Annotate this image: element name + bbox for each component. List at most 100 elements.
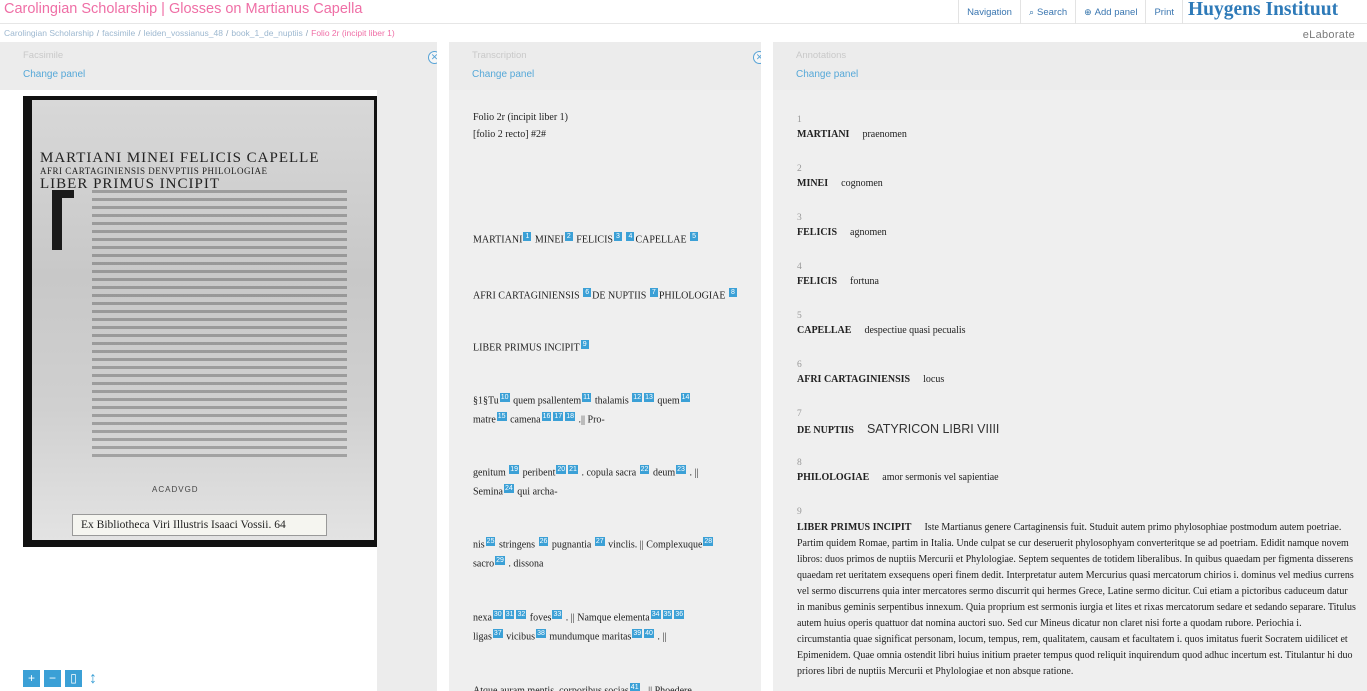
annotation-marker[interactable]: 26 — [538, 537, 549, 546]
annotation-marker[interactable]: 5 — [690, 232, 699, 241]
annotation-marker[interactable]: 30 — [492, 610, 503, 619]
change-panel-link[interactable]: Change panel — [23, 69, 85, 80]
annotation-text: agnomen — [850, 227, 887, 238]
transcription-line: MARTIANI 1 MINEI 2 FELICIS 3 4 CAPELLAE 5 — [473, 232, 699, 245]
annotation-marker[interactable]: 38 — [536, 629, 546, 638]
close-icon[interactable]: ✕ — [753, 51, 761, 64]
annotation-term: MINEI — [797, 178, 829, 189]
annotation-marker[interactable]: 31 — [504, 610, 515, 619]
annotation-item[interactable]: 9 LIBER PRIMUS INCIPIT Iste Martianus gene… — [797, 506, 1357, 680]
transcription-word: vicibus — [503, 631, 536, 643]
annotation-marker[interactable]: 8 — [729, 288, 737, 297]
annotation-marker[interactable]: 23 — [676, 465, 686, 474]
navigation-button[interactable]: Navigation — [958, 0, 1020, 24]
annotation-marker[interactable]: 7 — [649, 288, 658, 297]
annotation-item[interactable]: 7 DE NUPTIIS SATYRICON LIBRI VIIII — [797, 408, 1357, 438]
annotation-marker[interactable]: 28 — [703, 537, 714, 546]
annotation-marker[interactable]: 39 — [632, 629, 643, 638]
annotation-marker[interactable]: 3 — [613, 232, 622, 241]
annotation-marker[interactable]: 11 — [582, 393, 592, 402]
transcription-line: sacro 29 . dissona — [473, 556, 543, 569]
transcription-word: . || Phoedere — [640, 685, 692, 691]
annotation-marker[interactable]: 33 — [552, 610, 563, 619]
transcription-word: camena — [507, 414, 541, 426]
transcription-word: .|| Pro- — [576, 414, 605, 426]
annotation-marker[interactable]: 10 — [499, 393, 510, 402]
annotation-marker[interactable]: 21 — [568, 465, 578, 474]
manuscript-initial — [52, 190, 74, 250]
annotation-marker[interactable]: 1 — [523, 232, 532, 241]
brand-logo[interactable]: Huygens Instituut — [1188, 0, 1338, 21]
annotation-item[interactable]: 6 AFRI CARTAGINIENSIS locus — [797, 359, 1357, 387]
annotation-body: DE NUPTIIS SATYRICON LIBRI VIIII — [797, 422, 1357, 438]
annotation-marker[interactable]: 37 — [492, 629, 503, 638]
annotation-marker[interactable]: 24 — [504, 484, 514, 493]
annotation-marker[interactable]: 14 — [680, 393, 691, 402]
annotation-marker[interactable]: 34 — [650, 610, 661, 619]
transcription-word: ligas — [473, 631, 492, 643]
annotation-marker[interactable]: 13 — [644, 393, 654, 402]
annotation-marker[interactable]: 17 — [553, 412, 564, 421]
full-page-icon[interactable]: ▯ — [65, 670, 82, 687]
transcription-line: Semina 24 qui archa- — [473, 484, 558, 497]
change-panel-link[interactable]: Change panel — [796, 69, 858, 80]
zoom-out-icon[interactable]: − — [44, 670, 61, 687]
annotation-marker[interactable]: 29 — [495, 556, 505, 565]
close-icon[interactable]: ✕ — [428, 51, 437, 64]
annotation-marker[interactable]: 27 — [594, 537, 605, 546]
manuscript-heading: MARTIANI MINEI FELICIS CAPELLE AFRI CART… — [40, 151, 320, 192]
annotation-number: 8 — [797, 458, 802, 468]
transcription-word: quem psallentem — [510, 395, 582, 407]
annotation-marker[interactable]: 19 — [509, 465, 520, 474]
breadcrumb-separator: / — [96, 28, 100, 38]
manuscript-image[interactable]: MARTIANI MINEI FELICIS CAPELLE AFRI CART… — [23, 96, 377, 547]
nav-buttons: Navigation ⌕ Search ⊕ Add panel Print — [958, 0, 1183, 24]
annotation-marker[interactable]: 35 — [662, 610, 673, 619]
annotation-number: 3 — [797, 213, 802, 223]
annotation-marker[interactable]: 6 — [583, 288, 592, 297]
annotation-item[interactable]: 3 FELICIS agnomen — [797, 212, 1357, 240]
annotation-marker[interactable]: 9 — [580, 340, 589, 349]
annotation-item[interactable]: 4 FELICIS fortuna — [797, 261, 1357, 289]
app-title[interactable]: Carolingian Scholarship | Glosses on Mar… — [4, 1, 362, 17]
add-panel-button[interactable]: ⊕ Add panel — [1075, 0, 1145, 24]
transcription-word: . dissona — [505, 558, 544, 570]
breadcrumb-item[interactable]: facsimile — [102, 28, 135, 38]
annotation-marker[interactable]: 22 — [639, 465, 650, 474]
transcription-line: ligas 37 vicibus 38 mundumque maritas 39 40 … — [473, 629, 666, 642]
annotation-marker[interactable]: 18 — [565, 412, 575, 421]
annotation-item[interactable]: 5 CAPELLAE despectiue quasi pecualis — [797, 310, 1357, 338]
change-panel-link[interactable]: Change panel — [472, 69, 534, 80]
annotation-marker[interactable]: 25 — [485, 537, 496, 546]
annotation-marker[interactable]: 41 — [629, 683, 640, 691]
transcription-word: deum — [650, 467, 676, 479]
breadcrumb-item[interactable]: Carolingian Scholarship — [4, 28, 94, 38]
facsimile-viewer[interactable]: MARTIANI MINEI FELICIS CAPELLE AFRI CART… — [0, 90, 377, 691]
annotation-marker[interactable]: 12 — [632, 393, 643, 402]
breadcrumb-current: Folio 2r (incipit liber 1) — [311, 28, 395, 38]
breadcrumb-item[interactable]: book_1_de_nuptiis — [231, 28, 302, 38]
annotation-item[interactable]: 2 MINEI cognomen — [797, 163, 1357, 191]
breadcrumb-separator: / — [226, 28, 229, 38]
annotation-marker[interactable]: 2 — [564, 232, 573, 241]
annotation-marker[interactable]: 40 — [644, 629, 654, 638]
transcription-line: nis 25 stringens 26 pugnantia 27 vinclis.… — [473, 537, 714, 550]
search-button[interactable]: ⌕ Search — [1019, 0, 1075, 24]
annotation-marker[interactable]: 32 — [516, 610, 527, 619]
brand-subtitle: eLaborate — [1302, 29, 1355, 41]
fit-height-icon[interactable]: ↕ — [86, 670, 100, 687]
annotation-body: FELICIS fortuna — [797, 275, 1357, 289]
transcription-panel: Transcription Change panel ✕ ◀▶ Folio 2r… — [449, 42, 761, 691]
annotation-marker[interactable]: 20 — [556, 465, 567, 474]
zoom-in-icon[interactable]: + — [23, 670, 40, 687]
annotation-marker[interactable]: 15 — [496, 412, 507, 421]
breadcrumb-separator: / — [138, 28, 141, 38]
breadcrumb-item[interactable]: leiden_vossianus_48 — [144, 28, 223, 38]
annotation-marker[interactable]: 16 — [541, 412, 552, 421]
annotation-marker[interactable]: 4 — [626, 232, 635, 241]
print-button[interactable]: Print — [1145, 0, 1183, 24]
annotation-item[interactable]: 8 PHILOLOGIAE amor sermonis vel sapientiae — [797, 457, 1357, 485]
transcription-word: LIBER PRIMUS INCIPIT — [473, 342, 580, 354]
annotation-item[interactable]: 1 MARTIANI praenomen — [797, 114, 1357, 142]
annotation-marker[interactable]: 36 — [674, 610, 685, 619]
